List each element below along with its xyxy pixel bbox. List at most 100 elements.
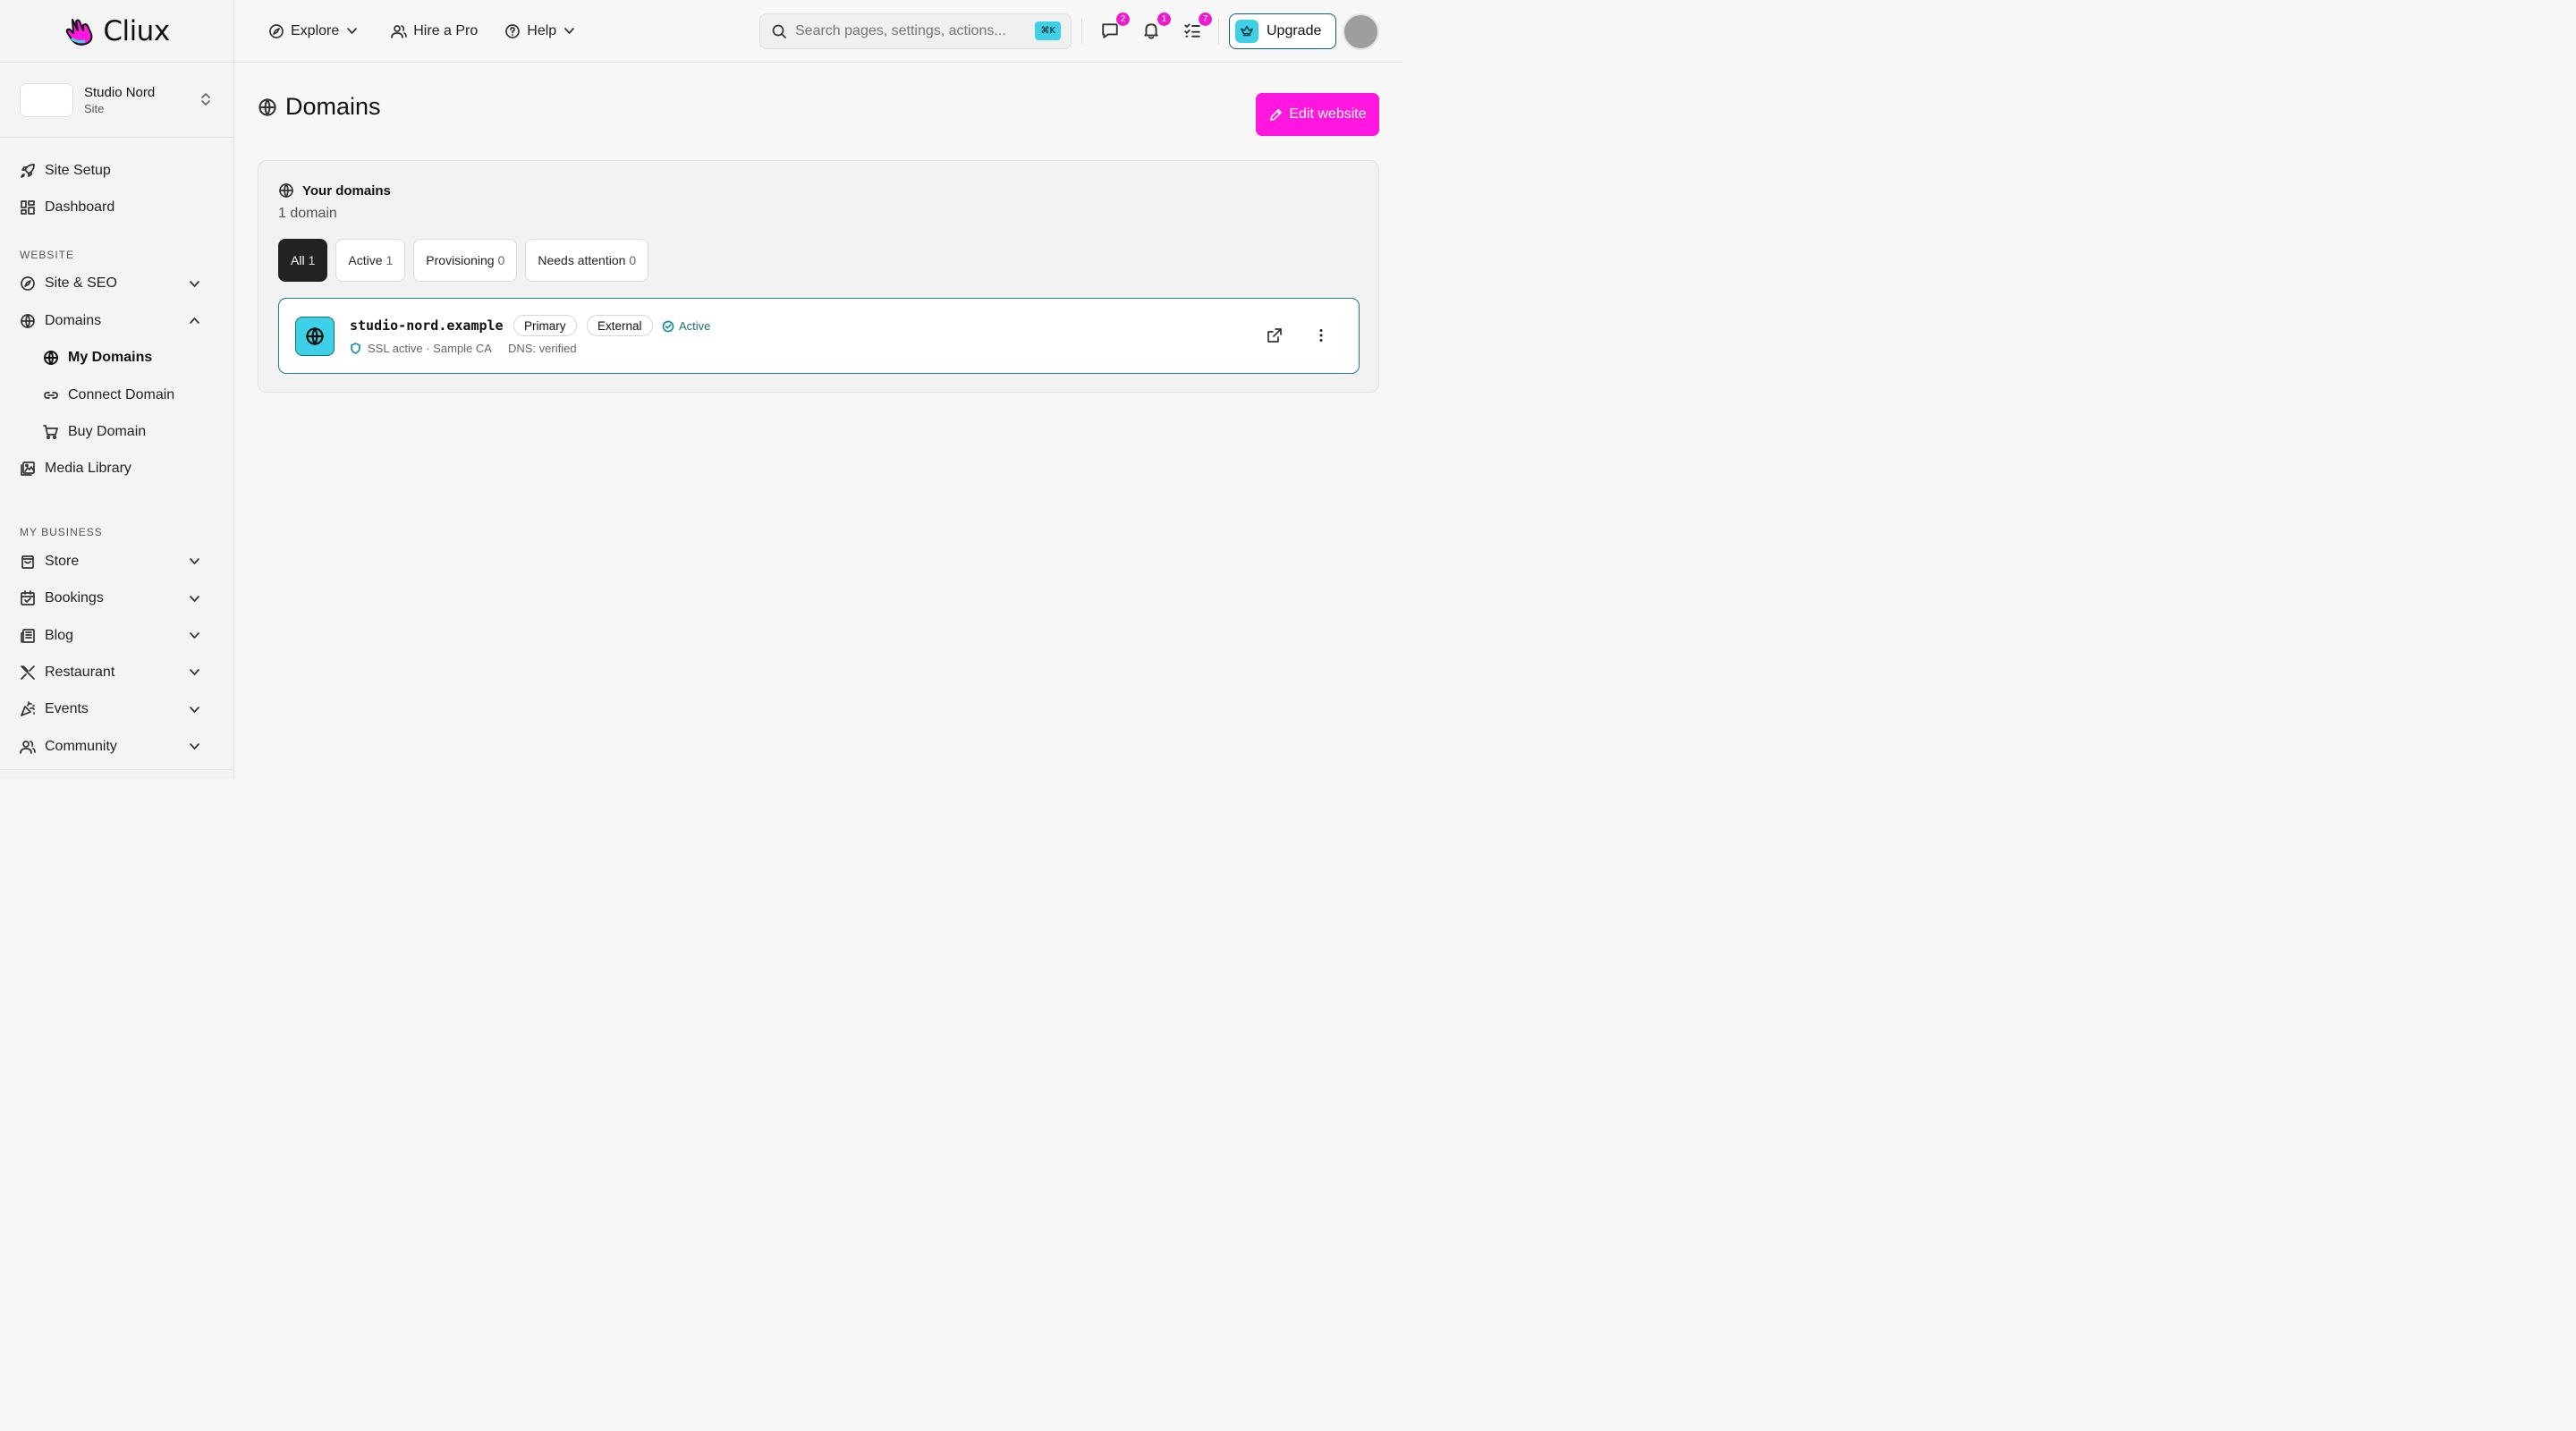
sidebar-item-restaurant[interactable]: Restaurant bbox=[0, 654, 233, 690]
section-label-my-business: MY BUSINESS bbox=[20, 526, 103, 539]
filter-count: 1 bbox=[308, 253, 316, 267]
nav-explore[interactable]: Explore bbox=[268, 23, 364, 39]
filter-count: 0 bbox=[497, 253, 505, 267]
sidebar-item-store[interactable]: Store bbox=[0, 543, 233, 580]
avatar[interactable] bbox=[1343, 13, 1379, 50]
domain-row[interactable]: studio-nord.example Primary External Act… bbox=[278, 298, 1360, 374]
logo[interactable]: Cliux bbox=[0, 0, 233, 63]
site-type: Site bbox=[84, 101, 105, 115]
sidebar-item-site-seo[interactable]: Site & SEO bbox=[0, 266, 233, 302]
sidebar: Cliux Studio Nord Site Site Setup Dashbo… bbox=[0, 0, 234, 779]
nav-explore-label: Explore bbox=[291, 22, 340, 38]
shopping-bag-icon bbox=[21, 555, 34, 569]
compass-icon bbox=[21, 276, 35, 292]
globe-icon bbox=[21, 314, 35, 328]
sidebar-divider bbox=[0, 769, 233, 770]
globe-icon bbox=[44, 351, 58, 366]
filter-label: Needs attention bbox=[538, 253, 626, 267]
help-circle-icon bbox=[505, 23, 521, 38]
more-options-button[interactable] bbox=[1313, 327, 1329, 343]
topbar-divider bbox=[1218, 19, 1219, 44]
sidebar-item-label: Events bbox=[45, 701, 89, 717]
page-header: Domains bbox=[258, 93, 381, 121]
sidebar-item-label: My Domains bbox=[68, 350, 153, 366]
check-circle-icon bbox=[662, 320, 674, 332]
top-nav: Explore Hire a Pro Help bbox=[268, 23, 608, 39]
globe-icon bbox=[295, 317, 335, 356]
nav-help[interactable]: Help bbox=[504, 23, 581, 39]
search-input[interactable] bbox=[795, 23, 1028, 39]
filter-needs-attention[interactable]: Needs attention 0 bbox=[525, 239, 649, 282]
domain-meta: SSL active · Sample CA DNS: verified bbox=[350, 342, 577, 355]
sidebar-item-bookings[interactable]: Bookings bbox=[0, 580, 233, 617]
utensils-icon bbox=[21, 665, 35, 680]
chevron-down-icon bbox=[190, 632, 199, 639]
filter-all[interactable]: All 1 bbox=[278, 239, 328, 282]
filter-count: 1 bbox=[386, 253, 394, 267]
sidebar-item-blog[interactable]: Blog bbox=[0, 617, 233, 654]
nav-hire-pro-label: Hire a Pro bbox=[413, 22, 479, 38]
users-icon bbox=[20, 740, 36, 754]
crown-icon bbox=[1235, 20, 1258, 43]
globe-icon bbox=[279, 183, 293, 198]
chevron-down-icon bbox=[190, 706, 199, 713]
image-library-icon bbox=[21, 461, 35, 477]
newspaper-icon bbox=[21, 628, 35, 643]
site-switcher[interactable]: Studio Nord Site bbox=[0, 63, 233, 138]
dns-status: DNS: verified bbox=[507, 342, 577, 355]
sidebar-nav: Site Setup Dashboard WEBSITE Site & SEO … bbox=[0, 138, 233, 765]
sidebar-item-dashboard[interactable]: Dashboard bbox=[0, 189, 233, 225]
page-title: Domains bbox=[285, 93, 381, 120]
sidebar-item-label: Domains bbox=[45, 312, 102, 328]
status-text: Active bbox=[679, 319, 711, 333]
tasks-button[interactable]: 7 bbox=[1183, 12, 1213, 39]
ssl-status: SSL active · Sample CA bbox=[368, 342, 492, 355]
domain-count: 1 domain bbox=[278, 206, 337, 221]
sidebar-item-buy-domain[interactable]: Buy Domain bbox=[0, 413, 233, 450]
tasks-badge: 7 bbox=[1198, 12, 1213, 27]
edit-website-label: Edit website bbox=[1289, 106, 1367, 122]
chevron-updown-icon bbox=[201, 93, 210, 106]
pencil-icon bbox=[1270, 108, 1283, 121]
open-external-button[interactable] bbox=[1267, 327, 1283, 343]
edit-website-button[interactable]: Edit website bbox=[1256, 93, 1379, 136]
nav-hire-pro[interactable]: Hire a Pro bbox=[391, 23, 478, 39]
compass-icon bbox=[269, 23, 284, 38]
chat-icon bbox=[1102, 23, 1118, 38]
messages-button[interactable]: 2 bbox=[1101, 12, 1131, 39]
topbar: Explore Hire a Pro Help ⌘K 2 1 7 bbox=[234, 0, 1402, 63]
sidebar-item-connect-domain[interactable]: Connect Domain bbox=[0, 377, 233, 413]
filter-label: Active bbox=[348, 253, 383, 267]
sidebar-item-label: Restaurant bbox=[45, 664, 115, 680]
sidebar-item-label: Bookings bbox=[45, 590, 104, 606]
brand-hand-icon bbox=[66, 18, 93, 46]
sidebar-item-site-setup[interactable]: Site Setup bbox=[0, 152, 233, 189]
filter-provisioning[interactable]: Provisioning 0 bbox=[413, 239, 518, 282]
more-vertical-icon bbox=[1319, 329, 1323, 342]
chevron-down-icon bbox=[190, 558, 199, 564]
sidebar-item-label: Buy Domain bbox=[68, 424, 147, 440]
checklist-icon bbox=[1184, 23, 1200, 38]
brand-name: Cliux bbox=[103, 14, 170, 47]
sidebar-item-label: Connect Domain bbox=[68, 386, 175, 402]
topbar-divider bbox=[1081, 19, 1082, 44]
shield-icon bbox=[351, 343, 360, 354]
party-popper-icon bbox=[21, 701, 35, 717]
sidebar-item-domains[interactable]: Domains bbox=[0, 302, 233, 339]
messages-badge: 2 bbox=[1115, 12, 1131, 27]
domain-name[interactable]: studio-nord.example bbox=[350, 318, 504, 334]
site-thumbnail bbox=[20, 82, 73, 117]
primary-tag: Primary bbox=[513, 315, 577, 336]
sidebar-item-media-library[interactable]: Media Library bbox=[0, 451, 233, 487]
sidebar-item-label: Media Library bbox=[45, 461, 131, 477]
sidebar-item-my-domains[interactable]: My Domains bbox=[0, 340, 233, 377]
filter-active[interactable]: Active 1 bbox=[335, 239, 406, 282]
nav-help-label: Help bbox=[527, 22, 557, 38]
sidebar-item-label: Site & SEO bbox=[45, 275, 117, 292]
card-title-text: Your domains bbox=[302, 182, 391, 199]
notifications-button[interactable]: 1 bbox=[1142, 12, 1172, 39]
sidebar-item-community[interactable]: Community bbox=[0, 728, 233, 765]
upgrade-button[interactable]: Upgrade bbox=[1229, 13, 1336, 49]
search-box[interactable]: ⌘K bbox=[759, 13, 1072, 49]
sidebar-item-events[interactable]: Events bbox=[0, 691, 233, 728]
